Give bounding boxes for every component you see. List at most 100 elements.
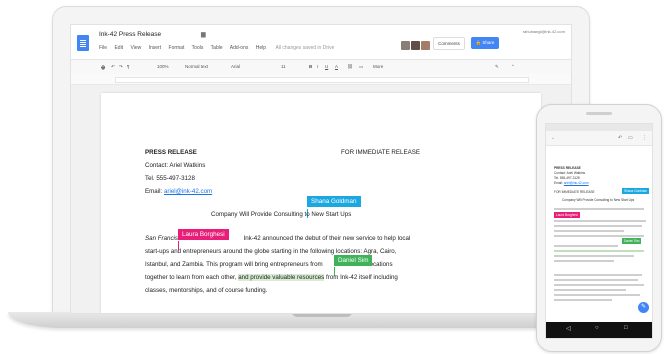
italic-icon[interactable]: I <box>317 64 318 69</box>
docs-window: Ink-42 Press Release ▆ File Edit View In… <box>70 24 572 314</box>
menu-table[interactable]: Table <box>211 45 223 51</box>
font-size-select[interactable]: 11 <box>281 64 286 69</box>
phone-flag-laura: Laura Borghesi <box>554 212 580 218</box>
share-label: Share <box>482 40 495 45</box>
undo-icon[interactable]: ↶ <box>111 64 115 70</box>
phone-flag-daniel: Daniel Sim <box>622 238 642 244</box>
docs-logo-icon[interactable] <box>77 35 89 51</box>
back-nav-icon[interactable]: ◁ <box>566 325 571 332</box>
phone-flag-shana: Shana Goldman <box>622 188 650 194</box>
phone-text-line <box>554 294 640 296</box>
paragraph-text: together to learn from each other, <box>145 274 237 281</box>
phone-screen: ← ↶ ▭ ⋮ PRESS RELEASE Contact: Ariel Wat… <box>545 123 653 339</box>
redo-icon[interactable]: ↷ <box>119 64 123 70</box>
collaborator-flag-daniel: Daniel Sim <box>334 255 373 266</box>
email-label: Email: <box>145 188 163 195</box>
paragraph-text: Ink-42 announced the debut of their new … <box>243 235 411 242</box>
home-nav-icon[interactable]: ○ <box>595 325 599 331</box>
comment-icon[interactable]: ▭ <box>628 135 633 141</box>
phone-text-line <box>554 245 618 247</box>
paragraph-text: Istanbul, and Zambia. This program will … <box>145 261 323 268</box>
contact-line: Contact: Ariel Watkins <box>145 162 206 169</box>
overflow-menu-icon[interactable]: ⋮ <box>642 135 647 141</box>
paint-format-icon[interactable]: ¶ <box>127 64 129 69</box>
comments-button[interactable]: Comments <box>433 37 465 50</box>
phone-text-line <box>554 260 614 262</box>
avatar[interactable] <box>401 41 410 50</box>
avatar[interactable] <box>411 41 420 50</box>
menu-edit[interactable]: Edit <box>114 45 123 51</box>
tel-line: Tel. 555-497-3128 <box>145 175 195 182</box>
phone-email-link[interactable]: ariel@ink-42.com <box>564 181 589 185</box>
more-menu[interactable]: More <box>373 64 383 69</box>
paragraph-text: entrepreneurs around the globe starting … <box>182 248 397 255</box>
ruler <box>71 74 571 85</box>
collapse-icon[interactable]: ⌃ <box>511 64 515 70</box>
link-icon[interactable]: ⛓ <box>347 64 353 70</box>
menu-file[interactable]: File <box>99 45 107 51</box>
menu-insert[interactable]: Insert <box>149 45 162 51</box>
phone-press-release: PRESS RELEASE <box>554 166 581 170</box>
paragraph-text: start-ups and <box>145 248 182 255</box>
menu-help[interactable]: Help <box>256 45 266 51</box>
recents-nav-icon[interactable]: □ <box>624 325 628 331</box>
highlighted-text[interactable]: and provide valuable resources <box>238 274 325 281</box>
ruler-track[interactable] <box>115 77 529 83</box>
phone-status-bar <box>546 124 652 131</box>
phone-text-line <box>554 225 642 227</box>
phone-text-line <box>554 279 638 281</box>
dateline: San Francis <box>145 235 179 242</box>
phone-immediate: FOR IMMEDIATE RELEASE <box>554 190 595 194</box>
avatar[interactable] <box>421 41 430 50</box>
phone-app-bar: ← ↶ ▭ ⋮ <box>546 131 652 146</box>
style-select[interactable]: Normal text <box>185 64 208 69</box>
print-icon[interactable]: 🖶 <box>101 64 105 72</box>
font-select[interactable]: Arial <box>231 64 240 69</box>
headline: Company Will Provide Consulting to New S… <box>211 211 352 218</box>
phone-text-line <box>554 274 642 276</box>
phone-text-line <box>554 208 644 210</box>
save-status: All changes saved in Drive <box>275 45 335 51</box>
phone-text-line <box>554 289 626 291</box>
phone-text-line <box>554 235 644 237</box>
phone-email-label: Email: <box>554 181 563 185</box>
phone-text-line <box>554 299 612 301</box>
collaborator-flag-shana: Shana Goldman <box>307 196 361 207</box>
menu-format[interactable]: Format <box>169 45 185 51</box>
phone-email-line: Email: ariel@ink-42.com <box>554 181 589 185</box>
paragraph-line-4: together to learn from each other, and p… <box>145 274 398 281</box>
menu-bar: File Edit View Insert Format Tools Table… <box>99 45 340 51</box>
menu-view[interactable]: View <box>130 45 141 51</box>
phone-document[interactable]: PRESS RELEASE Contact: Ariel Watkins Tel… <box>546 146 652 318</box>
account-email[interactable]: rahulnangi@ink-42.com <box>523 29 565 34</box>
paragraph-text: from Ink-42 itself including <box>325 274 398 281</box>
menu-tools[interactable]: Tools <box>192 45 204 51</box>
edit-mode-icon[interactable]: ✎ <box>495 64 499 70</box>
phone-text-line <box>554 230 624 232</box>
edit-fab-button[interactable]: ✎ <box>638 302 649 313</box>
press-release-heading: PRESS RELEASE <box>145 149 197 156</box>
phone-speaker <box>586 112 612 115</box>
paragraph-line-2: start-ups and entrepreneurs around the g… <box>145 248 396 255</box>
phone-highlight-line <box>554 250 644 252</box>
phone-contact: Contact: Ariel Watkins <box>554 171 586 175</box>
undo-icon[interactable]: ↶ <box>618 135 622 141</box>
share-button[interactable]: 🔒 Share <box>471 37 499 49</box>
document-canvas: PRESS RELEASE FOR IMMEDIATE RELEASE Cont… <box>71 85 571 313</box>
phone-headline: Company Will Provide Consulting to New S… <box>562 198 635 202</box>
zoom-select[interactable]: 100% <box>157 64 169 69</box>
collaborator-avatars[interactable] <box>401 37 431 55</box>
email-link[interactable]: ariel@ink-42.com <box>164 188 212 195</box>
comment-icon[interactable]: ▭ <box>359 64 363 70</box>
back-arrow-icon[interactable]: ← <box>551 135 556 141</box>
text-color-icon[interactable]: A <box>335 64 338 69</box>
document-page[interactable]: PRESS RELEASE FOR IMMEDIATE RELEASE Cont… <box>101 93 541 313</box>
bold-icon[interactable]: B <box>309 64 312 69</box>
email-line: Email: ariel@ink-42.com <box>145 188 212 195</box>
menu-addons[interactable]: Add-ons <box>230 45 249 51</box>
document-title[interactable]: Ink-42 Press Release <box>99 31 161 38</box>
folder-icon[interactable]: ▆ <box>201 31 206 38</box>
phone-text-line <box>554 255 634 257</box>
underline-icon[interactable]: U <box>325 64 328 69</box>
paragraph-line-5: classes, mentorships, and of course fund… <box>145 287 268 294</box>
